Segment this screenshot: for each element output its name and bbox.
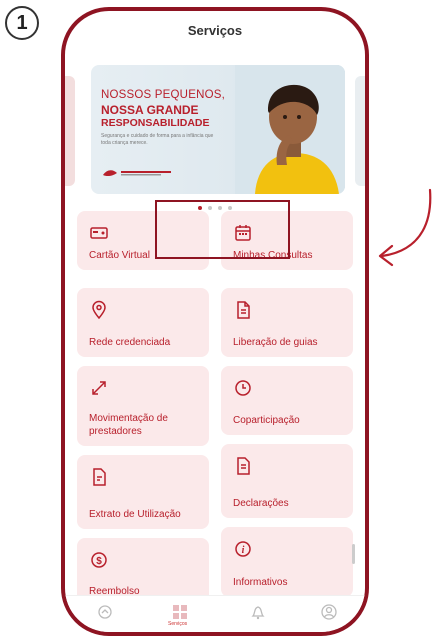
pointer-arrow-icon xyxy=(378,188,432,267)
service-card-informativos[interactable]: i Informativos xyxy=(221,527,353,597)
banner-line3: RESPONSABILIDADE xyxy=(101,117,210,129)
location-pin-icon xyxy=(92,300,106,320)
brand-logo xyxy=(103,170,171,177)
service-card-rede-credenciada[interactable]: Rede credenciada xyxy=(77,288,209,357)
service-label: Declarações xyxy=(233,498,289,509)
banner-line1: NOSSOS PEQUENOS, xyxy=(101,89,225,101)
money-icon: $ xyxy=(91,552,107,568)
service-card-movimentacao-prestadores[interactable]: Movimentação de prestadores xyxy=(77,366,209,446)
carousel-next-slide[interactable] xyxy=(355,76,365,186)
document-icon xyxy=(237,457,250,475)
banner-subtext: Segurança e cuidado de forma para a infâ… xyxy=(101,133,214,146)
page-title: Serviços xyxy=(187,23,243,38)
service-label: Liberação de guias xyxy=(233,337,318,348)
service-card-extrato-utilizacao[interactable]: Extrato de Utilização xyxy=(77,455,209,529)
arrows-icon xyxy=(92,381,106,395)
receipt-icon xyxy=(93,468,106,486)
service-label: Rede credenciada xyxy=(89,337,171,348)
svg-text:i: i xyxy=(242,545,245,556)
document-icon xyxy=(237,301,250,319)
child-photo xyxy=(235,65,345,194)
service-card-coparticipacao[interactable]: Coparticipação xyxy=(221,366,353,435)
bottom-tab-bar: Serviços xyxy=(65,595,365,632)
service-card-declaracoes[interactable]: Declarações xyxy=(221,444,353,518)
service-label: Movimentação de prestadores xyxy=(89,413,168,437)
promo-banner[interactable]: NOSSOS PEQUENOS, NOSSA GRANDE RESPONSABI… xyxy=(91,65,345,194)
grid-icon[interactable] xyxy=(170,602,190,622)
tab-label-servicos: Serviços xyxy=(168,621,188,627)
phone-frame: Serviços NOSSOS PEQUENOS, NOSSA GRANDE R… xyxy=(61,7,369,636)
banner-line2: NOSSA GRANDE xyxy=(101,103,199,117)
service-label: Coparticipação xyxy=(233,415,300,426)
service-label: Cartão Virtual xyxy=(89,250,150,261)
card-icon xyxy=(90,227,108,239)
svg-text:$: $ xyxy=(96,556,102,567)
scrollbar[interactable] xyxy=(352,544,355,564)
home-icon[interactable] xyxy=(95,602,115,622)
profile-icon[interactable] xyxy=(319,602,339,622)
bell-icon[interactable] xyxy=(248,602,268,622)
info-icon: i xyxy=(235,541,251,557)
service-card-liberacao-guias[interactable]: Liberação de guias xyxy=(221,288,353,357)
highlight-box xyxy=(155,200,290,259)
service-label: Extrato de Utilização xyxy=(89,509,181,520)
carousel-prev-slide[interactable] xyxy=(65,76,75,186)
clock-icon xyxy=(235,380,251,396)
step-number-badge: 1 xyxy=(5,6,39,40)
service-label: Informativos xyxy=(233,577,288,588)
